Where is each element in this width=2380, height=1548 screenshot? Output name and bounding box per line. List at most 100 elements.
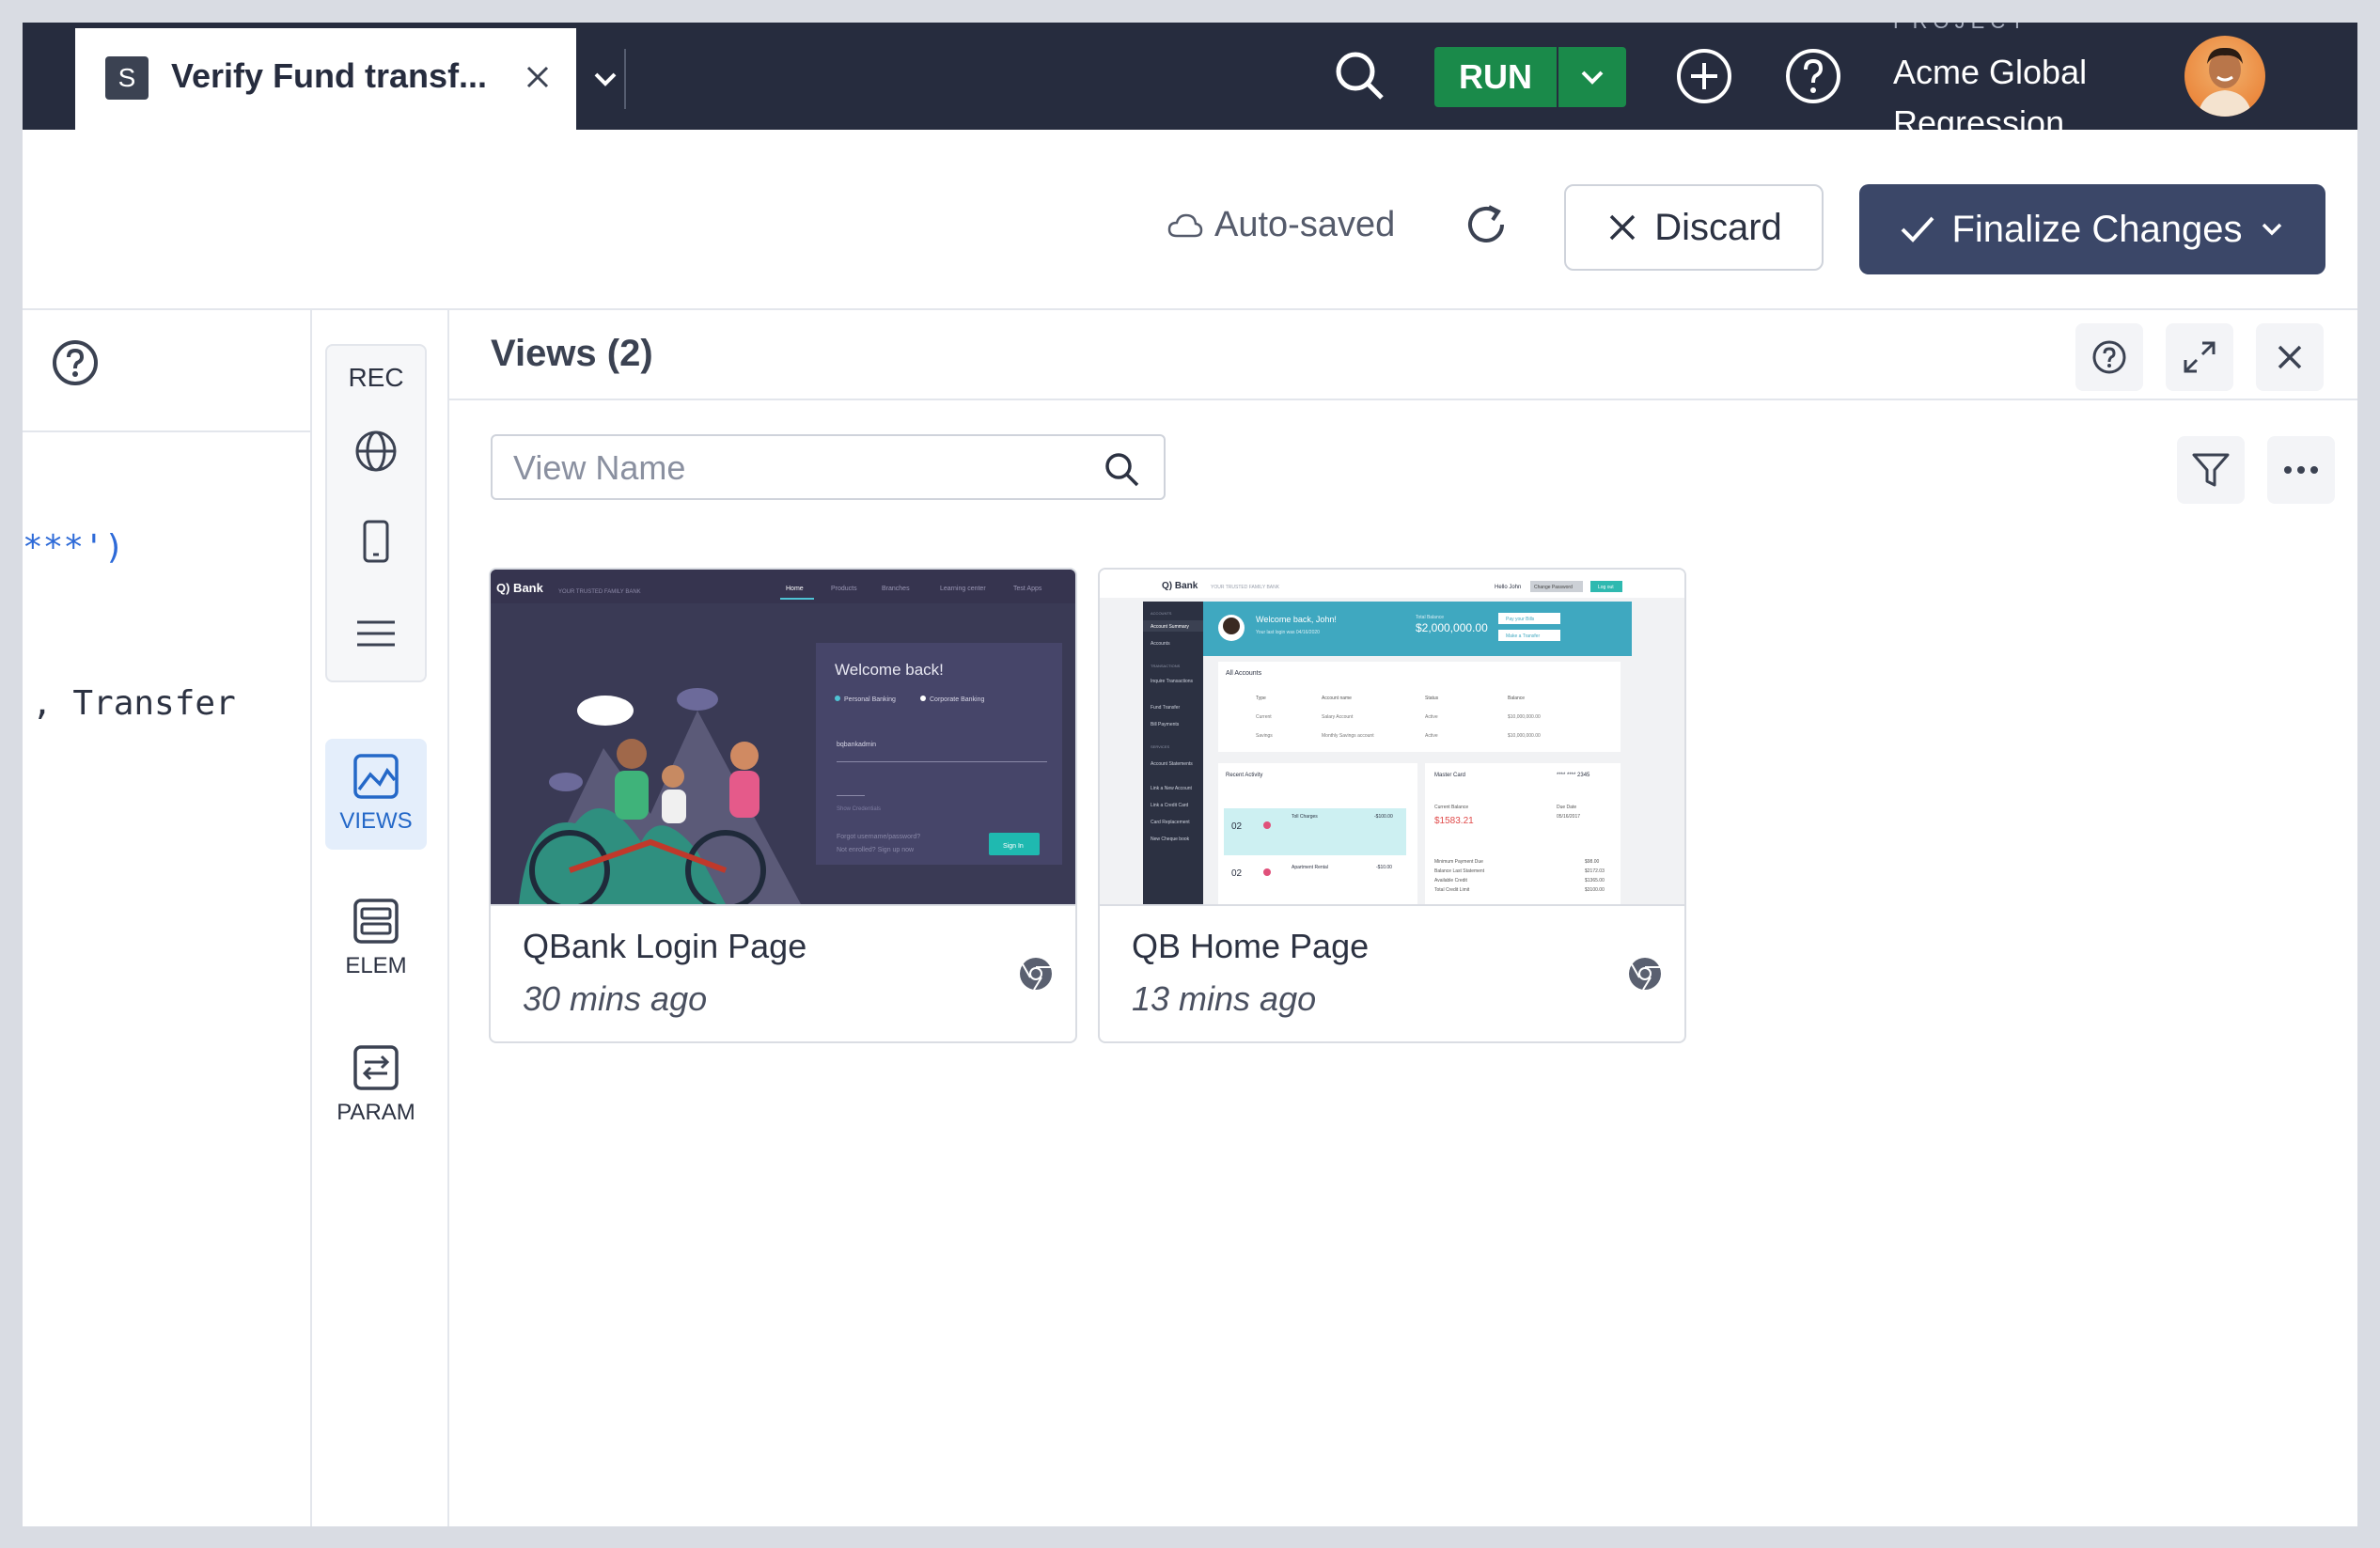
code-string: ***') <box>23 528 125 567</box>
svg-text:Home: Home <box>786 586 804 592</box>
views-panel-title: Views (2) <box>491 333 653 374</box>
svg-text:Q) Bank: Q) Bank <box>1162 581 1198 591</box>
menu-icon[interactable] <box>353 611 399 656</box>
project-label: PROJECT <box>1893 23 2029 34</box>
chevron-down-icon[interactable] <box>588 62 622 96</box>
svg-text:Corporate Banking: Corporate Banking <box>930 696 984 703</box>
help-icon[interactable] <box>1780 43 1846 109</box>
svg-text:Products: Products <box>831 586 857 592</box>
svg-text:$98.00: $98.00 <box>1585 859 1600 865</box>
svg-text:Monthly Savings account: Monthly Savings account <box>1322 733 1374 739</box>
app-window: S Verify Fund transf... RUN PROJECT Acme… <box>23 23 2357 1526</box>
svg-text:-$100.00: -$100.00 <box>1374 814 1393 820</box>
element-icon <box>353 899 399 944</box>
tab-divider <box>624 49 626 109</box>
svg-text:$1365.00: $1365.00 <box>1585 878 1605 883</box>
search-icon[interactable] <box>1102 449 1141 489</box>
view-card[interactable]: Q) Bank YOUR TRUSTED FAMILY BANK Home Pr… <box>489 568 1077 1043</box>
test-tab[interactable]: S Verify Fund transf... <box>75 28 576 130</box>
card-divider <box>1100 904 1684 906</box>
user-avatar-icon <box>2198 47 2252 117</box>
rail-views[interactable]: VIEWS <box>325 739 427 850</box>
more-options-button[interactable] <box>2267 436 2335 504</box>
svg-text:Welcome back!: Welcome back! <box>835 661 944 679</box>
rail-param-label: PARAM <box>337 1100 415 1125</box>
view-card[interactable]: Q) Bank YOUR TRUSTED FAMILY BANK Hello J… <box>1098 568 1686 1043</box>
svg-text:02: 02 <box>1231 821 1243 832</box>
svg-text:Available Credit: Available Credit <box>1434 878 1468 883</box>
svg-text:$10,000,000.00: $10,000,000.00 <box>1508 733 1541 739</box>
svg-text:Your last login was 04/16/2020: Your last login was 04/16/2020 <box>1256 630 1320 635</box>
view-name: QB Home Page <box>1132 927 1370 965</box>
run-button[interactable]: RUN <box>1434 47 1557 107</box>
svg-text:$2,000,000.00: $2,000,000.00 <box>1416 621 1488 634</box>
swap-icon <box>353 1045 399 1090</box>
mobile-icon[interactable] <box>353 519 399 564</box>
check-icon <box>1902 216 1934 242</box>
svg-text:$10,000,000.00: $10,000,000.00 <box>1508 714 1541 720</box>
expand-panel-button[interactable] <box>2166 323 2233 391</box>
finalize-changes-button[interactable]: Finalize Changes <box>1859 184 2325 274</box>
add-icon[interactable] <box>1671 43 1737 109</box>
svg-text:ACCOUNTS: ACCOUNTS <box>1151 611 1172 616</box>
refresh-icon[interactable] <box>1459 197 1513 252</box>
avatar[interactable] <box>2184 36 2265 117</box>
view-thumbnail: Q) Bank YOUR TRUSTED FAMILY BANK Home Pr… <box>491 570 1075 904</box>
svg-text:Savings: Savings <box>1256 733 1273 739</box>
view-name: QBank Login Page <box>523 927 807 965</box>
project-name[interactable]: Acme Global Regression <box>1893 47 2119 132</box>
svg-text:Branches: Branches <box>882 586 910 592</box>
svg-text:Current: Current <box>1256 714 1272 720</box>
recorder-group: REC <box>325 344 427 682</box>
views-help-button[interactable] <box>2075 323 2143 391</box>
discard-label: Discard <box>1654 206 1782 248</box>
top-bar: S Verify Fund transf... RUN PROJECT Acme… <box>23 23 2357 132</box>
editor-panel: ***') , Transfer <box>23 310 312 1526</box>
svg-text:YOUR TRUSTED FAMILY BANK: YOUR TRUSTED FAMILY BANK <box>1211 585 1280 590</box>
svg-text:Welcome back, John!: Welcome back, John! <box>1256 615 1337 624</box>
svg-text:Fund Transfer: Fund Transfer <box>1151 705 1180 711</box>
svg-text:Toll Charges: Toll Charges <box>1292 814 1318 820</box>
rail-param[interactable]: PARAM <box>325 1030 427 1141</box>
svg-text:Show Credentials: Show Credentials <box>837 806 881 812</box>
code-line[interactable]: , Transfer <box>32 684 236 723</box>
svg-text:TRANSACTIONS: TRANSACTIONS <box>1151 664 1181 668</box>
svg-text:Active: Active <box>1425 733 1438 739</box>
rec-label[interactable]: REC <box>327 363 425 393</box>
close-panel-button[interactable] <box>2256 323 2324 391</box>
svg-text:Balance Last Statement: Balance Last Statement <box>1434 868 1485 874</box>
svg-text:Balance: Balance <box>1508 696 1525 701</box>
expand-icon <box>2184 341 2216 373</box>
close-icon[interactable] <box>517 56 558 98</box>
svg-text:SERVICES: SERVICES <box>1151 744 1169 749</box>
rail-views-label: VIEWS <box>339 808 413 834</box>
svg-text:$3100.00: $3100.00 <box>1585 887 1605 893</box>
run-options-button[interactable] <box>1558 47 1626 107</box>
view-search-box[interactable] <box>491 434 1166 500</box>
svg-text:$1583.21: $1583.21 <box>1434 816 1474 826</box>
search-icon[interactable] <box>1329 45 1391 107</box>
svg-text:02: 02 <box>1231 868 1243 879</box>
view-name-input[interactable] <box>511 444 1079 493</box>
filter-button[interactable] <box>2177 436 2245 504</box>
filter-icon <box>2192 453 2230 487</box>
svg-text:Sign In: Sign In <box>1003 843 1024 850</box>
chevron-down-icon <box>1581 70 1604 85</box>
help-icon[interactable] <box>51 338 100 387</box>
help-icon <box>2092 340 2126 374</box>
svg-text:bqbankadmin: bqbankadmin <box>837 742 876 748</box>
editor-header-divider <box>23 430 310 432</box>
view-timestamp: 30 mins ago <box>523 979 708 1018</box>
svg-text:Total Balance: Total Balance <box>1416 615 1444 620</box>
svg-text:New Cheque book: New Cheque book <box>1151 837 1190 842</box>
svg-text:Account Statements: Account Statements <box>1151 761 1193 767</box>
rail-elem[interactable]: ELEM <box>325 883 427 994</box>
svg-text:Active: Active <box>1425 714 1438 720</box>
code-line[interactable]: ***') <box>23 528 124 567</box>
discard-button[interactable]: Discard <box>1564 184 1824 271</box>
image-icon <box>353 754 399 799</box>
svg-text:All Accounts: All Accounts <box>1226 670 1262 677</box>
svg-text:Change Password: Change Password <box>1534 585 1573 590</box>
svg-text:Inquire Transactions: Inquire Transactions <box>1151 679 1194 684</box>
globe-icon[interactable] <box>353 429 399 474</box>
